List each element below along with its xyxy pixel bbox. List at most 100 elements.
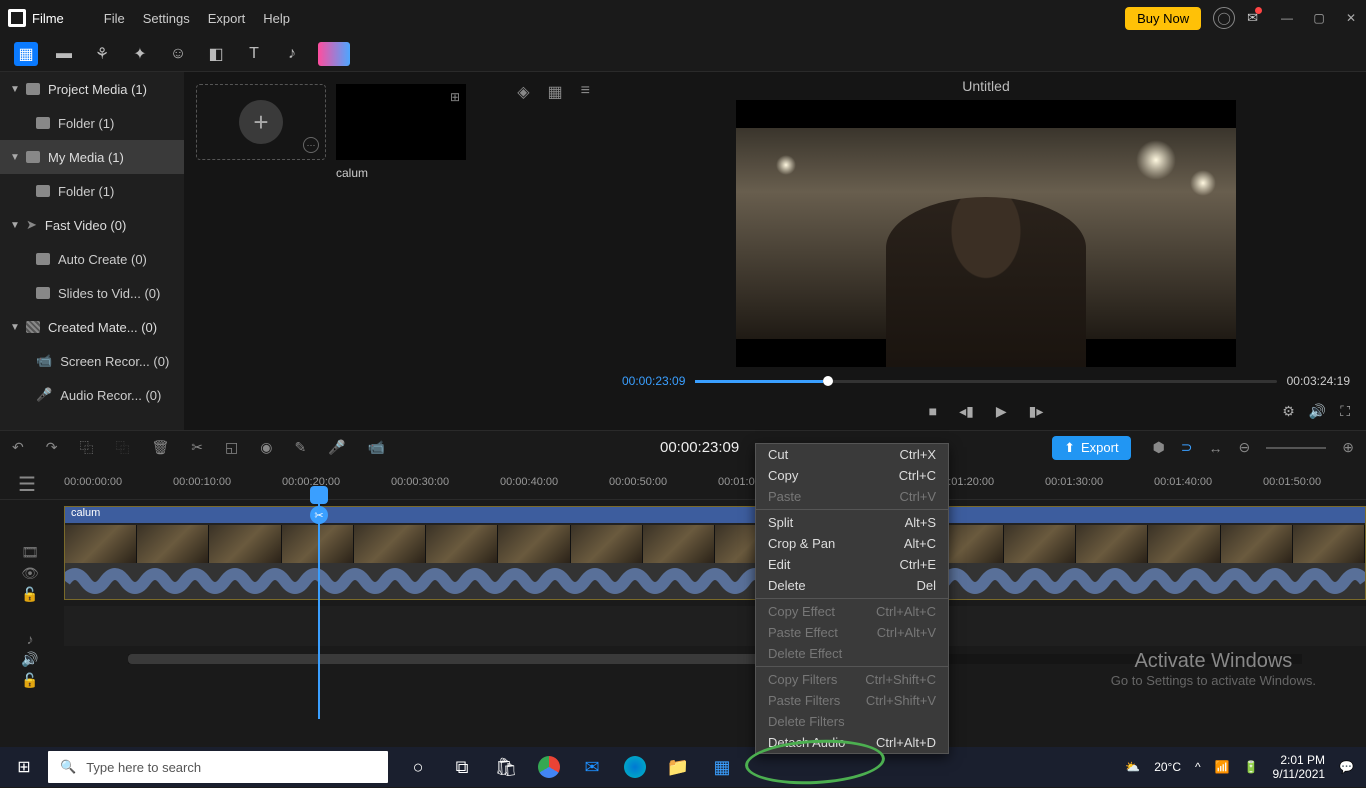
chrome-icon[interactable]	[538, 756, 560, 778]
audio-track[interactable]	[64, 606, 1366, 646]
lock-icon[interactable]: 🔓	[21, 586, 38, 603]
speaker-icon[interactable]: 🔊	[21, 651, 38, 668]
sidebar-item-auto-create[interactable]: Auto Create (0)	[0, 242, 184, 276]
sidebar-item-audio-recorder[interactable]: 🎤Audio Recor... (0)	[0, 378, 184, 412]
playhead[interactable]: ✂	[318, 494, 320, 719]
taskbar-search[interactable]: 🔍 Type here to search	[48, 751, 388, 783]
speed-button[interactable]: ◉	[260, 439, 272, 456]
transitions-icon[interactable]: ⚘	[90, 42, 114, 66]
taskbar-clock[interactable]: 2:01 PM 9/11/2021	[1273, 753, 1326, 782]
cortana-icon[interactable]: ○	[406, 755, 430, 779]
sort-icon[interactable]: ≡	[581, 82, 590, 102]
menu-export[interactable]: Export	[208, 11, 246, 26]
video-track-header: 🎞 👁 🔓	[0, 536, 60, 610]
store-icon[interactable]: 🛍	[494, 755, 518, 779]
media-mode-icon[interactable]: ▦	[14, 42, 38, 66]
copy-button[interactable]: ⿻	[79, 438, 93, 458]
ctx-cut[interactable]: CutCtrl+X	[756, 444, 948, 465]
stickers-icon[interactable]: ☺	[166, 42, 190, 66]
import-media-button[interactable]: + ⋯	[196, 84, 326, 160]
filters-icon[interactable]: ◧	[204, 42, 228, 66]
preview-title: Untitled	[606, 72, 1366, 96]
color-button[interactable]: ✎	[294, 439, 306, 456]
notifications-icon[interactable]: ✉	[1247, 10, 1258, 26]
stop-button[interactable]: ■	[929, 403, 937, 420]
zoom-slider[interactable]	[1266, 447, 1326, 449]
undo-button[interactable]: ↶	[12, 439, 24, 456]
weather-icon[interactable]: ⛅	[1125, 760, 1140, 774]
task-view-icon[interactable]: ⧉	[450, 755, 474, 779]
menu-settings[interactable]: Settings	[143, 11, 190, 26]
zoom-out-button[interactable]: ⊖	[1239, 439, 1251, 456]
crop-button[interactable]: ◱	[225, 439, 238, 456]
play-button[interactable]: ▶	[996, 403, 1007, 420]
marker-icon[interactable]: ⬢	[1153, 439, 1165, 456]
maximize-button[interactable]: ▢	[1312, 11, 1326, 25]
lock-icon[interactable]: 🔓	[21, 672, 38, 689]
redo-button[interactable]: ↷	[46, 439, 58, 456]
sidebar-item-folder-2[interactable]: Folder (1)	[0, 174, 184, 208]
notification-center-icon[interactable]: 💬	[1339, 760, 1354, 774]
timeline-menu-icon[interactable]: ☰	[18, 472, 38, 497]
fullscreen-icon[interactable]: ⛶	[1340, 403, 1350, 420]
preview-viewport[interactable]	[736, 100, 1236, 367]
video-track-clip[interactable]: calum	[64, 506, 1366, 600]
sidebar-item-slides[interactable]: Slides to Vid... (0)	[0, 276, 184, 310]
sidebar-item-folder-1[interactable]: Folder (1)	[0, 106, 184, 140]
menu-file[interactable]: File	[104, 11, 125, 26]
minimize-button[interactable]: —	[1280, 11, 1294, 25]
weather-temp[interactable]: 20°C	[1154, 760, 1181, 774]
zoom-in-button[interactable]: ⊕	[1342, 439, 1354, 456]
ctx-edit[interactable]: EditCtrl+E	[756, 554, 948, 575]
battery-icon[interactable]: 🔋	[1244, 760, 1259, 774]
delete-button[interactable]: 🗑	[151, 439, 169, 456]
split-button[interactable]: ✂	[191, 439, 203, 456]
record-button[interactable]: 📹	[368, 439, 385, 456]
ctx-split[interactable]: SplitAlt+S	[756, 512, 948, 533]
effects-icon[interactable]: ✦	[128, 42, 152, 66]
ctx-delete[interactable]: DeleteDel	[756, 575, 948, 596]
magnet-icon[interactable]: ⊃	[1181, 439, 1193, 456]
app-logo: Filme	[8, 9, 64, 27]
menu-help[interactable]: Help	[263, 11, 290, 26]
wifi-icon[interactable]: 📶	[1215, 760, 1230, 774]
buy-now-button[interactable]: Buy Now	[1125, 7, 1201, 30]
timeline-ruler[interactable]: ☰ 00:00:00:0000:00:10:0000:00:20:0000:00…	[0, 464, 1366, 500]
folder-icon[interactable]: ▬	[52, 42, 76, 66]
fit-icon[interactable]: ↔	[1209, 440, 1223, 456]
mail-icon[interactable]: ✉	[580, 755, 604, 779]
ctx-copy[interactable]: CopyCtrl+C	[756, 465, 948, 486]
sidebar-item-fast-video[interactable]: ▼➤Fast Video (0)	[0, 208, 184, 242]
preview-scrubber[interactable]	[695, 380, 1276, 383]
sidebar-item-my-media[interactable]: ▼My Media (1)	[0, 140, 184, 174]
filme-taskbar-icon[interactable]: ▦	[710, 755, 734, 779]
tray-expand-icon[interactable]: ^	[1195, 760, 1201, 774]
prev-frame-button[interactable]: ◂▮	[959, 403, 974, 420]
ctx-detach-audio[interactable]: Detach AudioCtrl+Alt+D	[756, 732, 948, 753]
settings-icon[interactable]: ⚙	[1282, 403, 1295, 420]
grid-view-icon[interactable]: ▦	[548, 82, 563, 102]
ctx-crop-pan[interactable]: Crop & PanAlt+C	[756, 533, 948, 554]
eye-icon[interactable]: 👁	[21, 565, 39, 582]
sidebar-item-created-materials[interactable]: ▼Created Mate... (0)	[0, 310, 184, 344]
media-clip[interactable]: ⊞ calum	[336, 84, 466, 180]
text-icon[interactable]: T	[242, 42, 266, 66]
explorer-icon[interactable]: 📁	[666, 755, 690, 779]
export-button[interactable]: ⬆Export	[1052, 436, 1130, 460]
more-icon[interactable]: ⋯	[303, 137, 319, 153]
layers-icon[interactable]: ◈	[517, 82, 529, 102]
sidebar-item-screen-recorder[interactable]: 📹Screen Recor... (0)	[0, 344, 184, 378]
audio-icon[interactable]: ♪	[280, 42, 304, 66]
color-icon[interactable]	[318, 42, 350, 66]
voice-button[interactable]: 🎤	[328, 439, 345, 456]
start-button[interactable]: ⊞	[0, 757, 48, 777]
next-frame-button[interactable]: ▮▸	[1029, 403, 1044, 420]
paste-button[interactable]: ⿻	[115, 438, 129, 458]
clip-label: calum	[65, 507, 1365, 523]
edge-icon[interactable]	[624, 756, 646, 778]
close-button[interactable]: ✕	[1344, 11, 1358, 25]
scissors-icon[interactable]: ✂	[310, 506, 328, 524]
volume-icon[interactable]: 🔊	[1309, 403, 1326, 420]
account-icon[interactable]: ◯	[1213, 7, 1235, 29]
sidebar-item-project-media[interactable]: ▼Project Media (1)	[0, 72, 184, 106]
